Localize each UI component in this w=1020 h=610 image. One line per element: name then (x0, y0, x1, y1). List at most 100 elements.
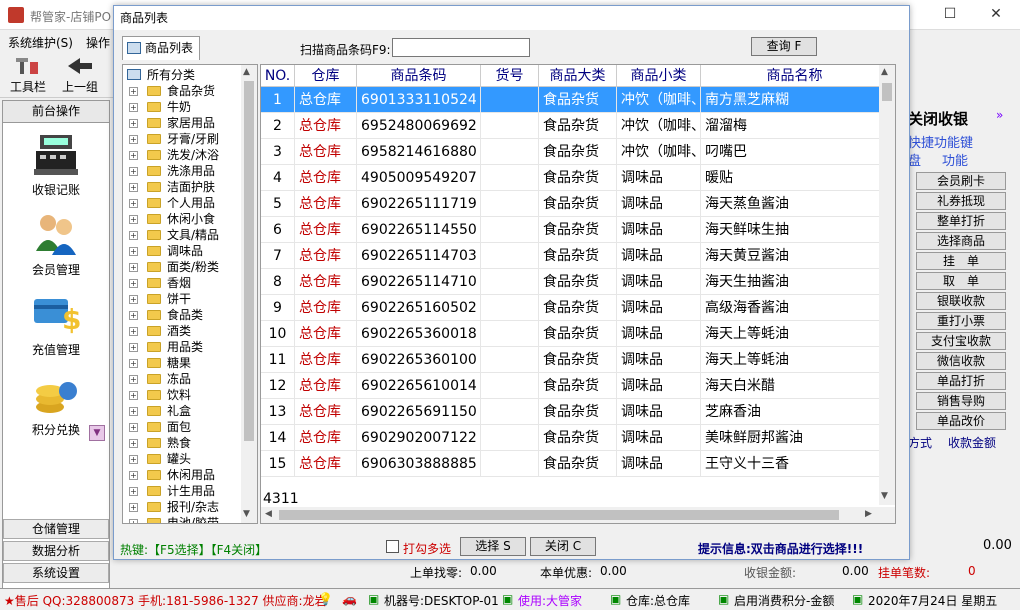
multi-select-checkbox[interactable] (386, 540, 399, 553)
table-row[interactable]: 4 总仓库 4905009549207 食品杂货 调味品 暖贴 (261, 165, 889, 191)
expand-plus-icon[interactable]: + (129, 471, 138, 480)
nav-members[interactable]: 会员管理 (3, 211, 109, 278)
quick-function-button[interactable]: 微信收款 (916, 352, 1006, 370)
table-row[interactable]: 6 总仓库 6902265114550 食品杂货 调味品 海天鲜味生抽 (261, 217, 889, 243)
prev-group-button[interactable]: 上一组 (54, 54, 106, 96)
table-row[interactable]: 11 总仓库 6902265360100 食品杂货 调味品 海天上等蚝油 (261, 347, 889, 373)
tree-category-item[interactable]: + 文具/精品 (123, 227, 241, 243)
expand-plus-icon[interactable]: + (129, 391, 138, 400)
quick-function-button[interactable]: 整单打折 (916, 212, 1006, 230)
nav-data-analysis[interactable]: 数据分析 (3, 541, 109, 561)
expand-plus-icon[interactable]: + (129, 327, 138, 336)
select-button[interactable]: 选择 S (460, 537, 526, 556)
expand-plus-icon[interactable]: + (129, 103, 138, 112)
expand-plus-icon[interactable]: + (129, 519, 138, 523)
tree-category-item[interactable]: + 罐头 (123, 451, 241, 467)
tree-category-item[interactable]: + 家居用品 (123, 115, 241, 131)
expand-plus-icon[interactable]: + (129, 279, 138, 288)
table-row[interactable]: 10 总仓库 6902265360018 食品杂货 调味品 海天上等蚝油 (261, 321, 889, 347)
table-row[interactable]: 1 总仓库 6901333110524 食品杂货 冲饮（咖啡、 南方黑芝麻糊 (261, 87, 889, 113)
expand-plus-icon[interactable]: + (129, 151, 138, 160)
quick-function-button[interactable]: 礼券抵现 (916, 192, 1006, 210)
column-header[interactable]: 商品小类 (617, 65, 701, 87)
grid-scroll-down-icon[interactable]: ▼ (881, 491, 888, 501)
tree-category-item[interactable]: + 熟食 (123, 435, 241, 451)
expand-down-icon[interactable]: ▼ (89, 425, 105, 441)
tab-product-list[interactable]: 商品列表 (122, 36, 200, 60)
table-row[interactable]: 15 总仓库 6906303888885 食品杂货 调味品 王守义十三香 (261, 451, 889, 477)
tree-category-item[interactable]: + 洁面护肤 (123, 179, 241, 195)
tree-category-item[interactable]: + 洗涤用品 (123, 163, 241, 179)
grid-vscroll-thumb[interactable] (882, 83, 892, 101)
column-header[interactable]: 商品条码 (357, 65, 481, 87)
expand-plus-icon[interactable]: + (129, 439, 138, 448)
expand-plus-icon[interactable]: + (129, 263, 138, 272)
table-row[interactable]: 12 总仓库 6902265610014 食品杂货 调味品 海天白米醋 (261, 373, 889, 399)
nav-warehouse[interactable]: 仓储管理 (3, 519, 109, 539)
quick-function-button[interactable]: 选择商品 (916, 232, 1006, 250)
tree-category-item[interactable]: + 礼盒 (123, 403, 241, 419)
table-row[interactable]: 5 总仓库 6902265111719 食品杂货 调味品 海天蒸鱼酱油 (261, 191, 889, 217)
tree-scrollbar[interactable]: ▲ ▼ (241, 65, 257, 523)
expand-plus-icon[interactable]: + (129, 295, 138, 304)
tree-category-item[interactable]: + 休闲小食 (123, 211, 241, 227)
nav-system-settings[interactable]: 系统设置 (3, 563, 109, 583)
tree-category-item[interactable]: + 报刊/杂志 (123, 499, 241, 515)
tree-category-item[interactable]: + 食品类 (123, 307, 241, 323)
tree-category-item[interactable]: + 牛奶 (123, 99, 241, 115)
quick-function-button[interactable]: 重打小票 (916, 312, 1006, 330)
table-row[interactable]: 13 总仓库 6902265691150 食品杂货 调味品 芝麻香油 (261, 399, 889, 425)
tree-root[interactable]: 所有分类 (123, 67, 241, 83)
grid-hscroll-thumb[interactable] (279, 510, 839, 520)
expand-plus-icon[interactable]: + (129, 167, 138, 176)
quick-keys-tab-b[interactable]: 功能 (942, 150, 968, 169)
tree-category-item[interactable]: + 计生用品 (123, 483, 241, 499)
quick-function-button[interactable]: 会员刷卡 (916, 172, 1006, 190)
grid-scroll-left-icon[interactable]: ◀ (265, 509, 272, 519)
quick-function-button[interactable]: 单品打折 (916, 372, 1006, 390)
nav-recharge[interactable]: $ 充值管理 (3, 291, 109, 358)
tree-category-item[interactable]: + 冻品 (123, 371, 241, 387)
expand-plus-icon[interactable]: + (129, 231, 138, 240)
expand-plus-icon[interactable]: + (129, 423, 138, 432)
tree-category-item[interactable]: + 用品类 (123, 339, 241, 355)
table-row[interactable]: 3 总仓库 6958214616880 食品杂货 冲饮（咖啡、 叼嘴巴 (261, 139, 889, 165)
expand-plus-icon[interactable]: + (129, 311, 138, 320)
quick-function-button[interactable]: 销售导购 (916, 392, 1006, 410)
expand-plus-icon[interactable]: + (129, 503, 138, 512)
tree-category-item[interactable]: + 饼干 (123, 291, 241, 307)
quick-function-button[interactable]: 单品改价 (916, 412, 1006, 430)
tree-category-item[interactable]: + 酒类 (123, 323, 241, 339)
quick-function-button[interactable]: 支付宝收款 (916, 332, 1006, 350)
expand-plus-icon[interactable]: + (129, 247, 138, 256)
menu-system[interactable]: 系统维护(S) (8, 34, 73, 51)
table-row[interactable]: 14 总仓库 6902902007122 食品杂货 调味品 美味鲜厨邦酱油 (261, 425, 889, 451)
grid-hscrollbar[interactable]: ◀ ▶ (261, 507, 895, 523)
grid-vscrollbar[interactable]: ▲ ▼ (879, 65, 895, 505)
expand-plus-icon[interactable]: + (129, 215, 138, 224)
tree-category-item[interactable]: + 食品杂货 (123, 83, 241, 99)
quick-function-button[interactable]: 取 单 (916, 272, 1006, 290)
expand-plus-icon[interactable]: + (129, 375, 138, 384)
expand-plus-icon[interactable]: + (129, 135, 138, 144)
tree-category-item[interactable]: + 调味品 (123, 243, 241, 259)
menu-operate[interactable]: 操作 (86, 34, 110, 51)
column-header[interactable]: 商品大类 (539, 65, 617, 87)
table-row[interactable]: 7 总仓库 6902265114703 食品杂货 调味品 海天黄豆酱油 (261, 243, 889, 269)
scroll-down-icon[interactable]: ▼ (243, 509, 250, 519)
tree-category-item[interactable]: + 休闲用品 (123, 467, 241, 483)
table-row[interactable]: 2 总仓库 6952480069692 食品杂货 冲饮（咖啡、 溜溜梅 (261, 113, 889, 139)
grid-scroll-up-icon[interactable]: ▲ (881, 67, 888, 77)
tree-category-item[interactable]: + 牙膏/牙刷 (123, 131, 241, 147)
expand-plus-icon[interactable]: + (129, 359, 138, 368)
tree-category-item[interactable]: + 洗发/沐浴 (123, 147, 241, 163)
table-row[interactable]: 9 总仓库 6902265160502 食品杂货 调味品 高级海香酱油 (261, 295, 889, 321)
expand-plus-icon[interactable]: + (129, 455, 138, 464)
close-button[interactable]: 关闭 C (530, 537, 596, 556)
query-button[interactable]: 查询 F (751, 37, 817, 56)
tree-category-item[interactable]: + 面包 (123, 419, 241, 435)
nav-cash-register[interactable]: 收银记账 (3, 131, 109, 198)
expand-plus-icon[interactable]: + (129, 343, 138, 352)
tree-category-item[interactable]: + 面类/粉类 (123, 259, 241, 275)
column-header[interactable]: 货号 (481, 65, 539, 87)
